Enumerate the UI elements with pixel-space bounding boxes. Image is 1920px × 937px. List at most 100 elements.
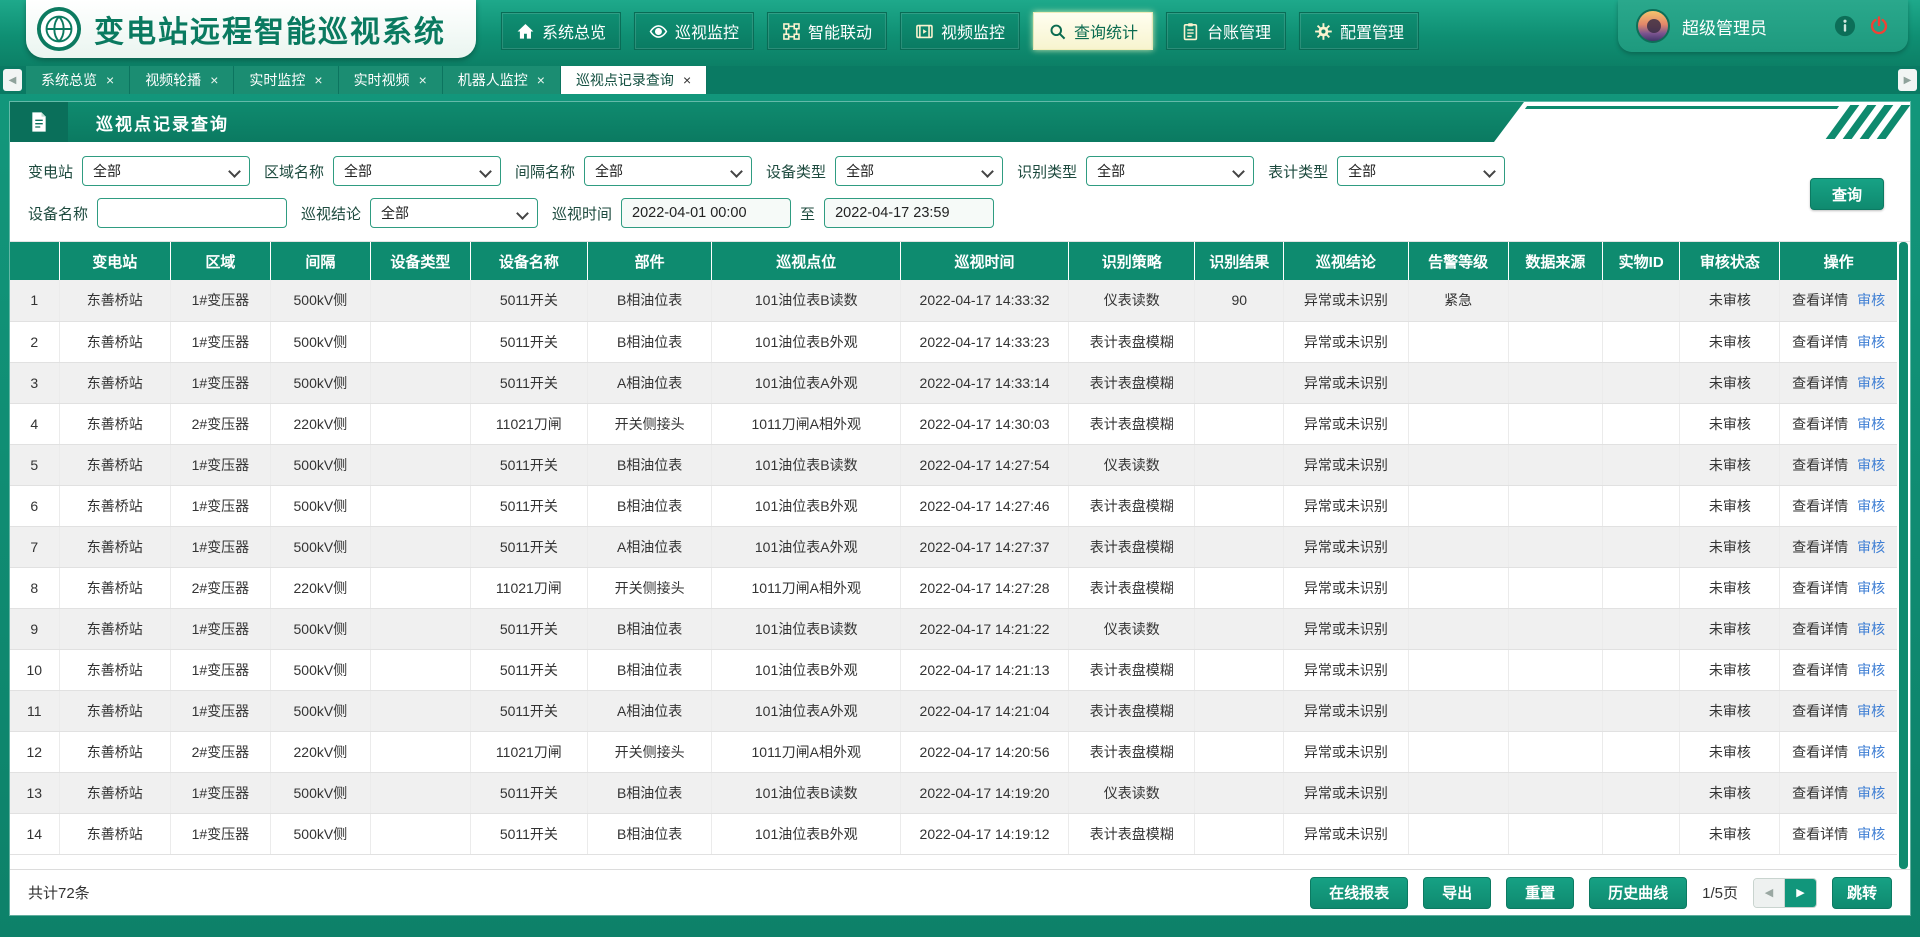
cell-actions: 查看详情审核 bbox=[1780, 772, 1897, 813]
audit-link[interactable]: 审核 bbox=[1857, 703, 1885, 719]
table-scrollbar[interactable] bbox=[1899, 242, 1908, 869]
view-detail-link[interactable]: 查看详情 bbox=[1792, 662, 1848, 678]
cell-part: A相油位表 bbox=[587, 362, 712, 403]
audit-link[interactable]: 审核 bbox=[1857, 621, 1885, 637]
cell-part: 开关侧接头 bbox=[587, 403, 712, 444]
tab-realtime-monitor[interactable]: 实时监控 × bbox=[234, 66, 338, 94]
tab-scroll-right-icon[interactable]: ▶ bbox=[1898, 69, 1917, 91]
nav-config-management[interactable]: 配置管理 bbox=[1299, 12, 1419, 50]
scrollbar-thumb[interactable] bbox=[1899, 242, 1908, 869]
history-curve-button[interactable]: 历史曲线 bbox=[1589, 877, 1687, 909]
audit-link[interactable]: 审核 bbox=[1857, 580, 1885, 596]
info-icon[interactable] bbox=[1834, 15, 1856, 37]
cell-result bbox=[1195, 567, 1284, 608]
audit-link[interactable]: 审核 bbox=[1857, 416, 1885, 432]
col-time: 巡视时间 bbox=[901, 242, 1069, 280]
nav-inspection-monitor[interactable]: 巡视监控 bbox=[634, 12, 754, 50]
close-icon[interactable]: × bbox=[314, 73, 322, 87]
audit-link[interactable]: 审核 bbox=[1857, 826, 1885, 842]
tab-inspection-record-query[interactable]: 巡视点记录查询 × bbox=[561, 66, 707, 94]
col-result: 识别结果 bbox=[1195, 242, 1284, 280]
bay-name-select[interactable]: 全部 bbox=[584, 156, 752, 186]
view-detail-link[interactable]: 查看详情 bbox=[1792, 621, 1848, 637]
nav-smart-linkage[interactable]: 智能联动 bbox=[767, 12, 887, 50]
audit-link[interactable]: 审核 bbox=[1857, 292, 1885, 308]
area-name-select[interactable]: 全部 bbox=[333, 156, 501, 186]
cell-strategy: 表计表盘模糊 bbox=[1069, 321, 1195, 362]
substation-select[interactable]: 全部 bbox=[82, 156, 250, 186]
cell-device-name: 5011开关 bbox=[470, 362, 587, 403]
cell-index: 4 bbox=[10, 403, 59, 444]
time-to-input[interactable]: 2022-04-17 23:59 bbox=[824, 198, 994, 228]
view-detail-link[interactable]: 查看详情 bbox=[1792, 785, 1848, 801]
view-detail-link[interactable]: 查看详情 bbox=[1792, 457, 1848, 473]
audit-link[interactable]: 审核 bbox=[1857, 539, 1885, 555]
next-page-icon[interactable]: ▶ bbox=[1785, 879, 1816, 907]
device-type-select[interactable]: 全部 bbox=[835, 156, 1003, 186]
view-detail-link[interactable]: 查看详情 bbox=[1792, 334, 1848, 350]
nav-ledger-management[interactable]: 台账管理 bbox=[1166, 12, 1286, 50]
tab-scroll-left-icon[interactable]: ◀ bbox=[3, 69, 22, 91]
export-button[interactable]: 导出 bbox=[1423, 877, 1491, 909]
cell-strategy: 表计表盘模糊 bbox=[1069, 649, 1195, 690]
audit-link[interactable]: 审核 bbox=[1857, 334, 1885, 350]
nav-system-overview[interactable]: 系统总览 bbox=[501, 12, 621, 50]
audit-link[interactable]: 审核 bbox=[1857, 457, 1885, 473]
audit-link[interactable]: 审核 bbox=[1857, 744, 1885, 760]
view-detail-link[interactable]: 查看详情 bbox=[1792, 375, 1848, 391]
cell-index: 11 bbox=[10, 690, 59, 731]
view-detail-link[interactable]: 查看详情 bbox=[1792, 580, 1848, 596]
cell-data-source bbox=[1508, 321, 1602, 362]
meter-type-select[interactable]: 全部 bbox=[1337, 156, 1505, 186]
close-icon[interactable]: × bbox=[106, 73, 114, 87]
tab-system-overview[interactable]: 系统总览 × bbox=[26, 66, 130, 94]
search-button[interactable]: 查询 bbox=[1810, 178, 1884, 210]
nav-video-monitor[interactable]: 视频监控 bbox=[900, 12, 1020, 50]
tab-realtime-video[interactable]: 实时视频 × bbox=[339, 66, 443, 94]
jump-button[interactable]: 跳转 bbox=[1832, 877, 1892, 909]
close-icon[interactable]: × bbox=[210, 73, 218, 87]
time-from-input[interactable]: 2022-04-01 00:00 bbox=[621, 198, 791, 228]
user-panel: 超级管理员 bbox=[1618, 0, 1908, 52]
cell-audit-status: 未审核 bbox=[1680, 731, 1780, 772]
close-icon[interactable]: × bbox=[683, 73, 691, 87]
user-avatar[interactable] bbox=[1636, 9, 1670, 43]
cell-time: 2022-04-17 14:33:23 bbox=[901, 321, 1069, 362]
prev-page-icon[interactable]: ◀ bbox=[1754, 879, 1785, 907]
cell-bay: 500kV侧 bbox=[270, 485, 370, 526]
nav-query-statistics[interactable]: 查询统计 bbox=[1033, 12, 1153, 50]
view-detail-link[interactable]: 查看详情 bbox=[1792, 498, 1848, 514]
audit-link[interactable]: 审核 bbox=[1857, 375, 1885, 391]
audit-link[interactable]: 审核 bbox=[1857, 662, 1885, 678]
close-icon[interactable]: × bbox=[419, 73, 427, 87]
cell-area: 1#变压器 bbox=[170, 280, 270, 321]
online-report-button[interactable]: 在线报表 bbox=[1310, 877, 1408, 909]
view-detail-link[interactable]: 查看详情 bbox=[1792, 826, 1848, 842]
device-name-input[interactable] bbox=[97, 198, 287, 228]
cell-strategy: 仪表读数 bbox=[1069, 444, 1195, 485]
view-detail-link[interactable]: 查看详情 bbox=[1792, 292, 1848, 308]
cell-data-source bbox=[1508, 526, 1602, 567]
table-body: 1东善桥站1#变压器500kV侧5011开关B相油位表101油位表B读数2022… bbox=[10, 280, 1897, 854]
tab-bar: ◀ 系统总览 × 视频轮播 × 实时监控 × 实时视频 × 机器人监控 × 巡视… bbox=[0, 66, 1920, 94]
view-detail-link[interactable]: 查看详情 bbox=[1792, 416, 1848, 432]
cell-bay: 500kV侧 bbox=[270, 321, 370, 362]
audit-link[interactable]: 审核 bbox=[1857, 498, 1885, 514]
view-detail-link[interactable]: 查看详情 bbox=[1792, 539, 1848, 555]
cell-time: 2022-04-17 14:33:32 bbox=[901, 280, 1069, 321]
cell-device-type bbox=[370, 444, 470, 485]
main-nav: 系统总览 巡视监控 智能联动 bbox=[501, 12, 1419, 50]
power-icon[interactable] bbox=[1868, 15, 1890, 37]
filter-recognition-type: 识别类型 全部 bbox=[1017, 156, 1254, 186]
cell-audit-status: 未审核 bbox=[1680, 321, 1780, 362]
tab-video-carousel[interactable]: 视频轮播 × bbox=[130, 66, 234, 94]
view-detail-link[interactable]: 查看详情 bbox=[1792, 744, 1848, 760]
tab-robot-monitor[interactable]: 机器人监控 × bbox=[443, 66, 561, 94]
close-icon[interactable]: × bbox=[537, 73, 545, 87]
view-detail-link[interactable]: 查看详情 bbox=[1792, 703, 1848, 719]
conclusion-select[interactable]: 全部 bbox=[370, 198, 538, 228]
cell-area: 1#变压器 bbox=[170, 444, 270, 485]
reset-button[interactable]: 重置 bbox=[1506, 877, 1574, 909]
audit-link[interactable]: 审核 bbox=[1857, 785, 1885, 801]
recognition-type-select[interactable]: 全部 bbox=[1086, 156, 1254, 186]
